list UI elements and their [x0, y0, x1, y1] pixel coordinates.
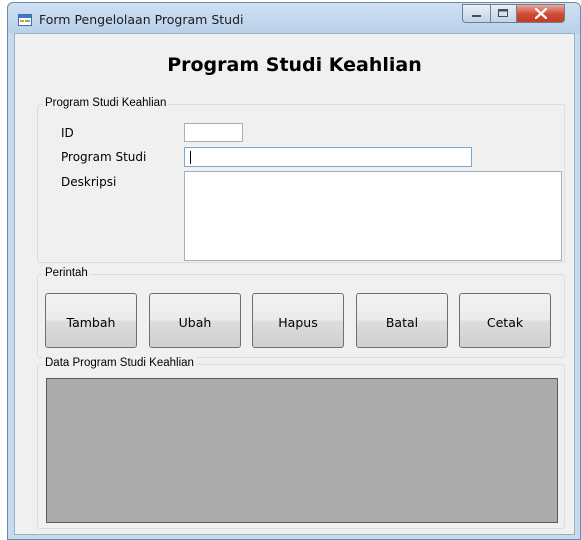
app-window: Form Pengelolaan Program Studi Program S… — [7, 2, 581, 540]
batal-button[interactable]: Batal — [356, 293, 448, 348]
program-info-legend: Program Studi Keahlian — [43, 97, 169, 109]
hapus-button[interactable]: Hapus — [252, 293, 344, 348]
close-icon — [534, 8, 547, 19]
maximize-icon — [498, 9, 508, 17]
cetak-button[interactable]: Cetak — [459, 293, 551, 348]
form-client-area: Program Studi Keahlian Program Studi Kea… — [14, 33, 575, 535]
form-app-icon — [18, 14, 32, 26]
data-grid-group: Data Program Studi Keahlian — [37, 357, 565, 529]
close-button[interactable] — [517, 4, 565, 23]
minimize-button[interactable] — [462, 4, 490, 23]
data-grid-legend: Data Program Studi Keahlian — [43, 357, 196, 369]
program-studi-field[interactable] — [184, 147, 472, 167]
tambah-button[interactable]: Tambah — [45, 293, 137, 348]
program-studi-label: Program Studi — [61, 150, 147, 164]
text-caret — [190, 151, 191, 164]
program-info-group: Program Studi Keahlian ID Program Studi … — [37, 97, 565, 263]
minimize-icon — [471, 14, 481, 17]
commands-legend: Perintah — [43, 267, 90, 279]
program-data-grid[interactable] — [46, 378, 558, 523]
deskripsi-label: Deskripsi — [61, 175, 117, 189]
ubah-button[interactable]: Ubah — [149, 293, 241, 348]
id-label: ID — [61, 126, 74, 140]
deskripsi-textarea[interactable] — [184, 171, 562, 261]
commands-group: Perintah Tambah Ubah Hapus Batal Cetak — [37, 267, 565, 358]
id-field[interactable] — [184, 123, 243, 142]
title-bar[interactable]: Form Pengelolaan Program Studi — [8, 3, 580, 33]
maximize-button[interactable] — [490, 4, 517, 23]
form-heading: Program Studi Keahlian — [167, 54, 422, 76]
window-title: Form Pengelolaan Program Studi — [39, 12, 244, 27]
